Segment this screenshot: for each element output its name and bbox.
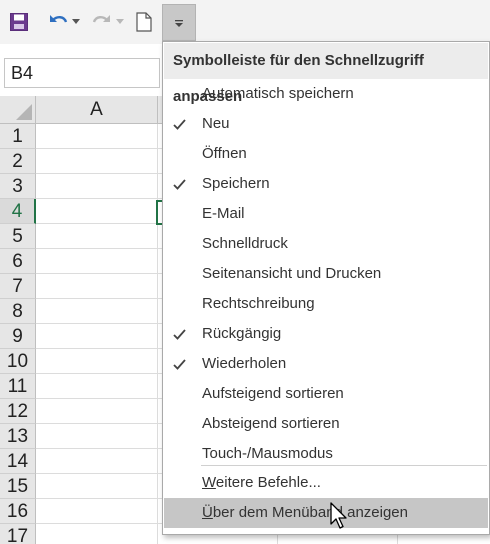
menu-item-label: Neu [202,115,230,132]
menu-item-label: Touch-/Mausmodus [202,445,333,462]
row-header-10[interactable]: 10 [0,349,36,374]
menu-item-label: Speichern [202,175,270,192]
save-button[interactable] [6,8,32,36]
menu-item-label: Rückgängig [202,325,282,342]
checkmark-icon [170,109,188,139]
customize-toolbar-button[interactable] [162,4,196,41]
chevron-down-icon [72,19,80,24]
new-document-button[interactable] [132,8,156,36]
row-header-6[interactable]: 6 [0,249,36,274]
row-header-8[interactable]: 8 [0,299,36,324]
row-header-12[interactable]: 12 [0,399,36,424]
undo-icon [50,15,68,23]
menu-item-redo[interactable]: Wiederholen [164,349,488,379]
menu-item-spelling[interactable]: Rechtschreibung [164,289,488,319]
menu-item-sort-descending[interactable]: Absteigend sortieren [164,409,488,439]
row-header-15[interactable]: 15 [0,474,36,499]
row-header-3[interactable]: 3 [0,174,36,199]
row-header-9[interactable]: 9 [0,324,36,349]
row-header-4[interactable]: 4 [0,199,36,224]
menu-item-save[interactable]: Speichern [164,169,488,199]
menu-item-new[interactable]: Neu [164,109,488,139]
menu-item-autosave[interactable]: Automatisch speichern [164,79,488,109]
menu-item-label: Rechtschreibung [202,295,315,312]
redo-button[interactable] [86,8,116,36]
row-header-5[interactable]: 5 [0,224,36,249]
menu-title: Symbolleiste für den Schnellzugriff anpa… [164,43,488,105]
menu-item-more-commands[interactable]: Weitere Befehle... [164,468,488,498]
redo-dropdown[interactable] [114,8,126,36]
menu-item-label: Über dem Menüband anzeigen [202,504,408,521]
undo-dropdown[interactable] [70,8,82,36]
redo-icon [92,15,110,23]
menu-item-label: Schnelldruck [202,235,288,252]
menu-item-print-preview[interactable]: Seitenansicht und Drucken [164,259,488,289]
menu-item-show-above-ribbon[interactable]: Über dem Menüband anzeigen [164,498,488,528]
checkmark-icon [170,319,188,349]
menu-item-label: Öffnen [202,145,247,162]
row-header-13[interactable]: 13 [0,424,36,449]
menu-item-label: Weitere Befehle... [202,474,321,491]
menu-item-open[interactable]: Öffnen [164,139,488,169]
checkmark-icon [170,169,188,199]
row-header-1[interactable]: 1 [0,124,36,149]
row-header-11[interactable]: 11 [0,374,36,399]
menu-separator [201,465,487,466]
row-header-7[interactable]: 7 [0,274,36,299]
chevron-down-icon [116,19,124,24]
menu-item-label: Absteigend sortieren [202,415,340,432]
checkmark-icon [170,349,188,379]
menu-item-undo[interactable]: Rückgängig [164,319,488,349]
customize-quick-access-menu: Symbolleiste für den Schnellzugriff anpa… [162,41,490,535]
menu-item-sort-ascending[interactable]: Aufsteigend sortieren [164,379,488,409]
row-header-14[interactable]: 14 [0,449,36,474]
row-header-16[interactable]: 16 [0,499,36,524]
customize-toolbar-icon [175,19,183,27]
menu-item-label: E-Mail [202,205,245,222]
menu-item-quick-print[interactable]: Schnelldruck [164,229,488,259]
menu-item-label: Aufsteigend sortieren [202,385,344,402]
save-icon [10,13,28,31]
select-all-corner[interactable] [0,96,36,124]
name-box[interactable]: B4 [4,58,160,88]
mouse-cursor-icon [330,502,347,529]
row-header-17[interactable]: 17 [0,524,36,544]
menu-item-email[interactable]: E-Mail [164,199,488,229]
column-header-a[interactable]: A [36,96,158,124]
new-document-icon [136,12,152,32]
row-header-2[interactable]: 2 [0,149,36,174]
menu-item-label: Wiederholen [202,355,287,372]
select-all-triangle [16,104,32,120]
menu-item-label: Automatisch speichern [202,85,354,102]
quick-access-toolbar [0,0,490,44]
menu-item-label: Seitenansicht und Drucken [202,265,382,282]
